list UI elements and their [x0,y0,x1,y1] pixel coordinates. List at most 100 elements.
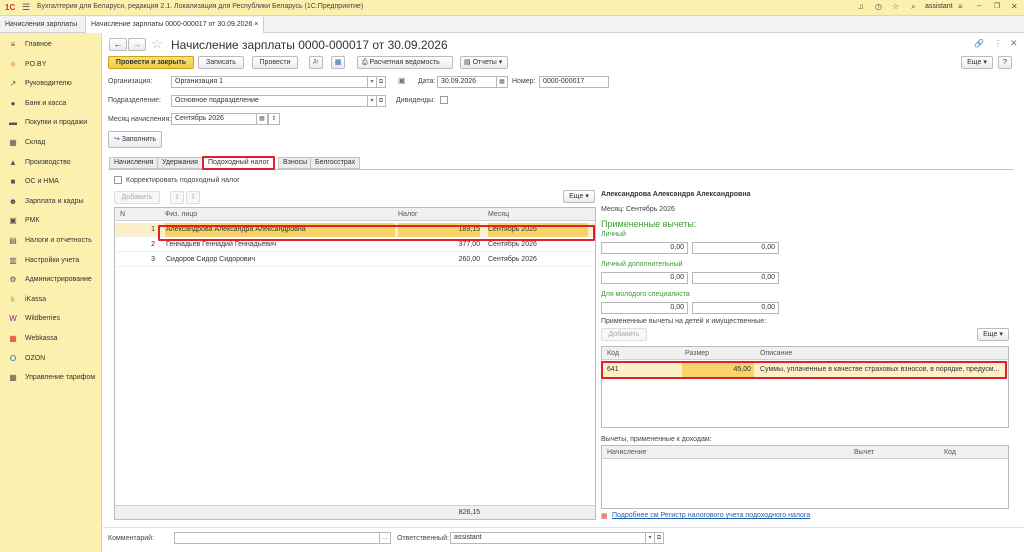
responsible-field[interactable]: assistant [450,532,646,544]
register-link[interactable]: Подробнее см Регистр налогового учета по… [612,512,810,519]
sidebar-item-11[interactable]: Настройки учета [0,251,102,270]
printer-icon: ⎙ [362,59,370,66]
organization-select-button[interactable]: ▾ [368,76,377,88]
fill-button[interactable]: ↪ Заполнить [108,131,162,148]
col-n[interactable]: N [120,208,140,221]
number-field[interactable]: 0000-000017 [539,76,609,88]
dt-kt-icon[interactable]: Дт [309,56,323,69]
post-button[interactable]: Провести [252,56,298,69]
add-row-button[interactable]: Добавить [114,191,160,204]
month-calendar-icon[interactable]: ▦ [257,113,268,125]
tax-table-row[interactable]: 3 Сидоров Сидор Сидорович 260,00 Сентябрь 2… [115,253,595,267]
col-accrual[interactable]: Начисление [607,446,707,459]
move-down-button[interactable]: ⇩ [186,191,200,204]
post-and-close-button[interactable]: Провести и закрыть [108,56,194,69]
deduction-amount-field[interactable]: 0,00 [601,302,688,314]
more-button[interactable]: Еще ▾ [961,56,993,69]
star-icon[interactable]: ☆ [892,2,899,11]
correct-tax-checkbox[interactable] [114,176,122,184]
sidebar-item-12[interactable]: Администрирование [0,270,102,289]
more-vert-icon[interactable]: ⋮ [994,39,1002,48]
calc-icon[interactable]: ▣ [398,76,406,85]
calendar-icon[interactable]: ▦ [497,76,508,88]
open-tab-document[interactable]: Начисление зарплаты 0000-000017 от 30.09… [86,17,264,33]
person-month: Месяц: Сентябрь 2026 [601,206,675,213]
col-inc-code[interactable]: Код [944,446,1004,459]
month-stepper[interactable]: ⇕ [268,113,280,125]
tab-accruals[interactable]: Начисления [109,157,159,169]
tab-contributions[interactable]: Взносы [278,157,313,169]
minimize-icon[interactable]: – [977,1,981,10]
user-name[interactable]: assistant [925,3,953,10]
col-description[interactable]: Описание [760,347,860,360]
col-deduction[interactable]: Вычет [854,446,914,459]
sidebar-item-10[interactable]: Налоги и отчетность [0,231,102,250]
comment-field[interactable] [174,532,380,544]
deduction-amount-field[interactable]: 0,00 [601,242,688,254]
open-tab-list[interactable]: Начисления зарплаты [0,17,86,33]
add-deduction-button[interactable]: Добавить [601,328,647,341]
sidebar-item-6[interactable]: Производство [0,153,102,172]
sidebar-item-7[interactable]: ОС и НМА [0,172,102,191]
deduction-limit-field[interactable]: 0,00 [692,302,779,314]
accrual-month-field[interactable]: Сентябрь 2026 [171,113,257,125]
reports-label: Отчеты ▾ [472,59,503,66]
col-person[interactable]: Физ. лицо [165,208,365,221]
date-field[interactable]: 30.09.2026 [437,76,497,88]
responsible-open-button[interactable]: ⧉ [655,532,664,544]
restore-icon[interactable]: ❐ [994,2,1000,10]
reports-button[interactable]: ▤ Отчеты ▾ [460,56,508,69]
responsible-select-button[interactable]: ▾ [646,532,655,544]
sidebar-item-4[interactable]: Покупки и продажи [0,113,102,132]
history-icon[interactable]: ◷ [875,2,882,11]
organization-open-button[interactable]: ⧉ [377,76,386,88]
sidebar-item-15[interactable]: Webkassa [0,329,102,348]
move-up-button[interactable]: ⇧ [170,191,184,204]
help-button[interactable]: ? [998,56,1012,69]
sidebar-item-17[interactable]: Управление тарифом [0,368,102,387]
back-button[interactable]: ← [109,38,127,51]
col-code[interactable]: Код [607,347,667,360]
sidebar-item-5[interactable]: Склад [0,133,102,152]
sidebar-item-3[interactable]: Банк и касса [0,94,102,113]
menu-icon[interactable]: ☰ [22,2,30,13]
sidebar-item-0[interactable]: Главное [0,35,102,54]
applied-deductions-title: Примененные вычеты: [601,219,697,229]
settings-icon[interactable]: ≡ [958,2,963,11]
bell-icon[interactable]: ♫ [858,2,864,11]
sidebar-item-1[interactable]: PO.BY [0,55,102,74]
close-icon[interactable]: ✕ [1011,2,1018,11]
col-tax[interactable]: Налог [398,208,458,221]
favorite-star-icon[interactable]: ☆ [151,36,163,52]
sidebar-item-14[interactable]: Wildberries [0,309,102,328]
save-button[interactable]: Записать [198,56,244,69]
sidebar-item-16[interactable]: OZON [0,349,102,368]
deduction-amount-field[interactable]: 0,00 [601,272,688,284]
sidebar-item-13[interactable]: iKassa [0,290,102,309]
link-icon[interactable]: 🔗 [974,39,984,48]
sidebar-item-2[interactable]: Руководителю [0,74,102,93]
tab-belgosstrakh[interactable]: Белгосстрах [310,157,361,169]
forward-button[interactable]: → [128,38,146,51]
department-open-button[interactable]: ⧉ [377,95,386,107]
reports-icon: ▤ [464,59,473,66]
comment-expand-button[interactable]: … [380,532,391,544]
right-more-button[interactable]: Еще ▾ [977,328,1009,341]
department-field[interactable]: Основное подразделение [171,95,368,107]
tab-deductions[interactable]: Удержания [157,157,203,169]
sidebar-item-8[interactable]: Зарплата и кадры [0,192,102,211]
structure-icon[interactable]: ▦ [331,56,345,69]
dividends-checkbox[interactable] [440,96,448,104]
sidebar-item-9[interactable]: РМК [0,211,102,230]
deduction-limit-field[interactable]: 0,00 [692,272,779,284]
payroll-sheet-label: Расчетная ведомость [369,59,440,66]
payroll-sheet-button[interactable]: ⎙ Расчетная ведомость [357,56,453,69]
deduction-limit-field[interactable]: 0,00 [692,242,779,254]
col-size[interactable]: Размер [685,347,745,360]
search-icon[interactable]: ⌕ [911,2,915,12]
close-doc-icon[interactable]: ✕ [1010,38,1018,49]
organization-field[interactable]: Организация 1 [171,76,368,88]
department-select-button[interactable]: ▾ [368,95,377,107]
left-more-button[interactable]: Еще ▾ [563,190,595,203]
col-month[interactable]: Месяц [488,208,568,221]
